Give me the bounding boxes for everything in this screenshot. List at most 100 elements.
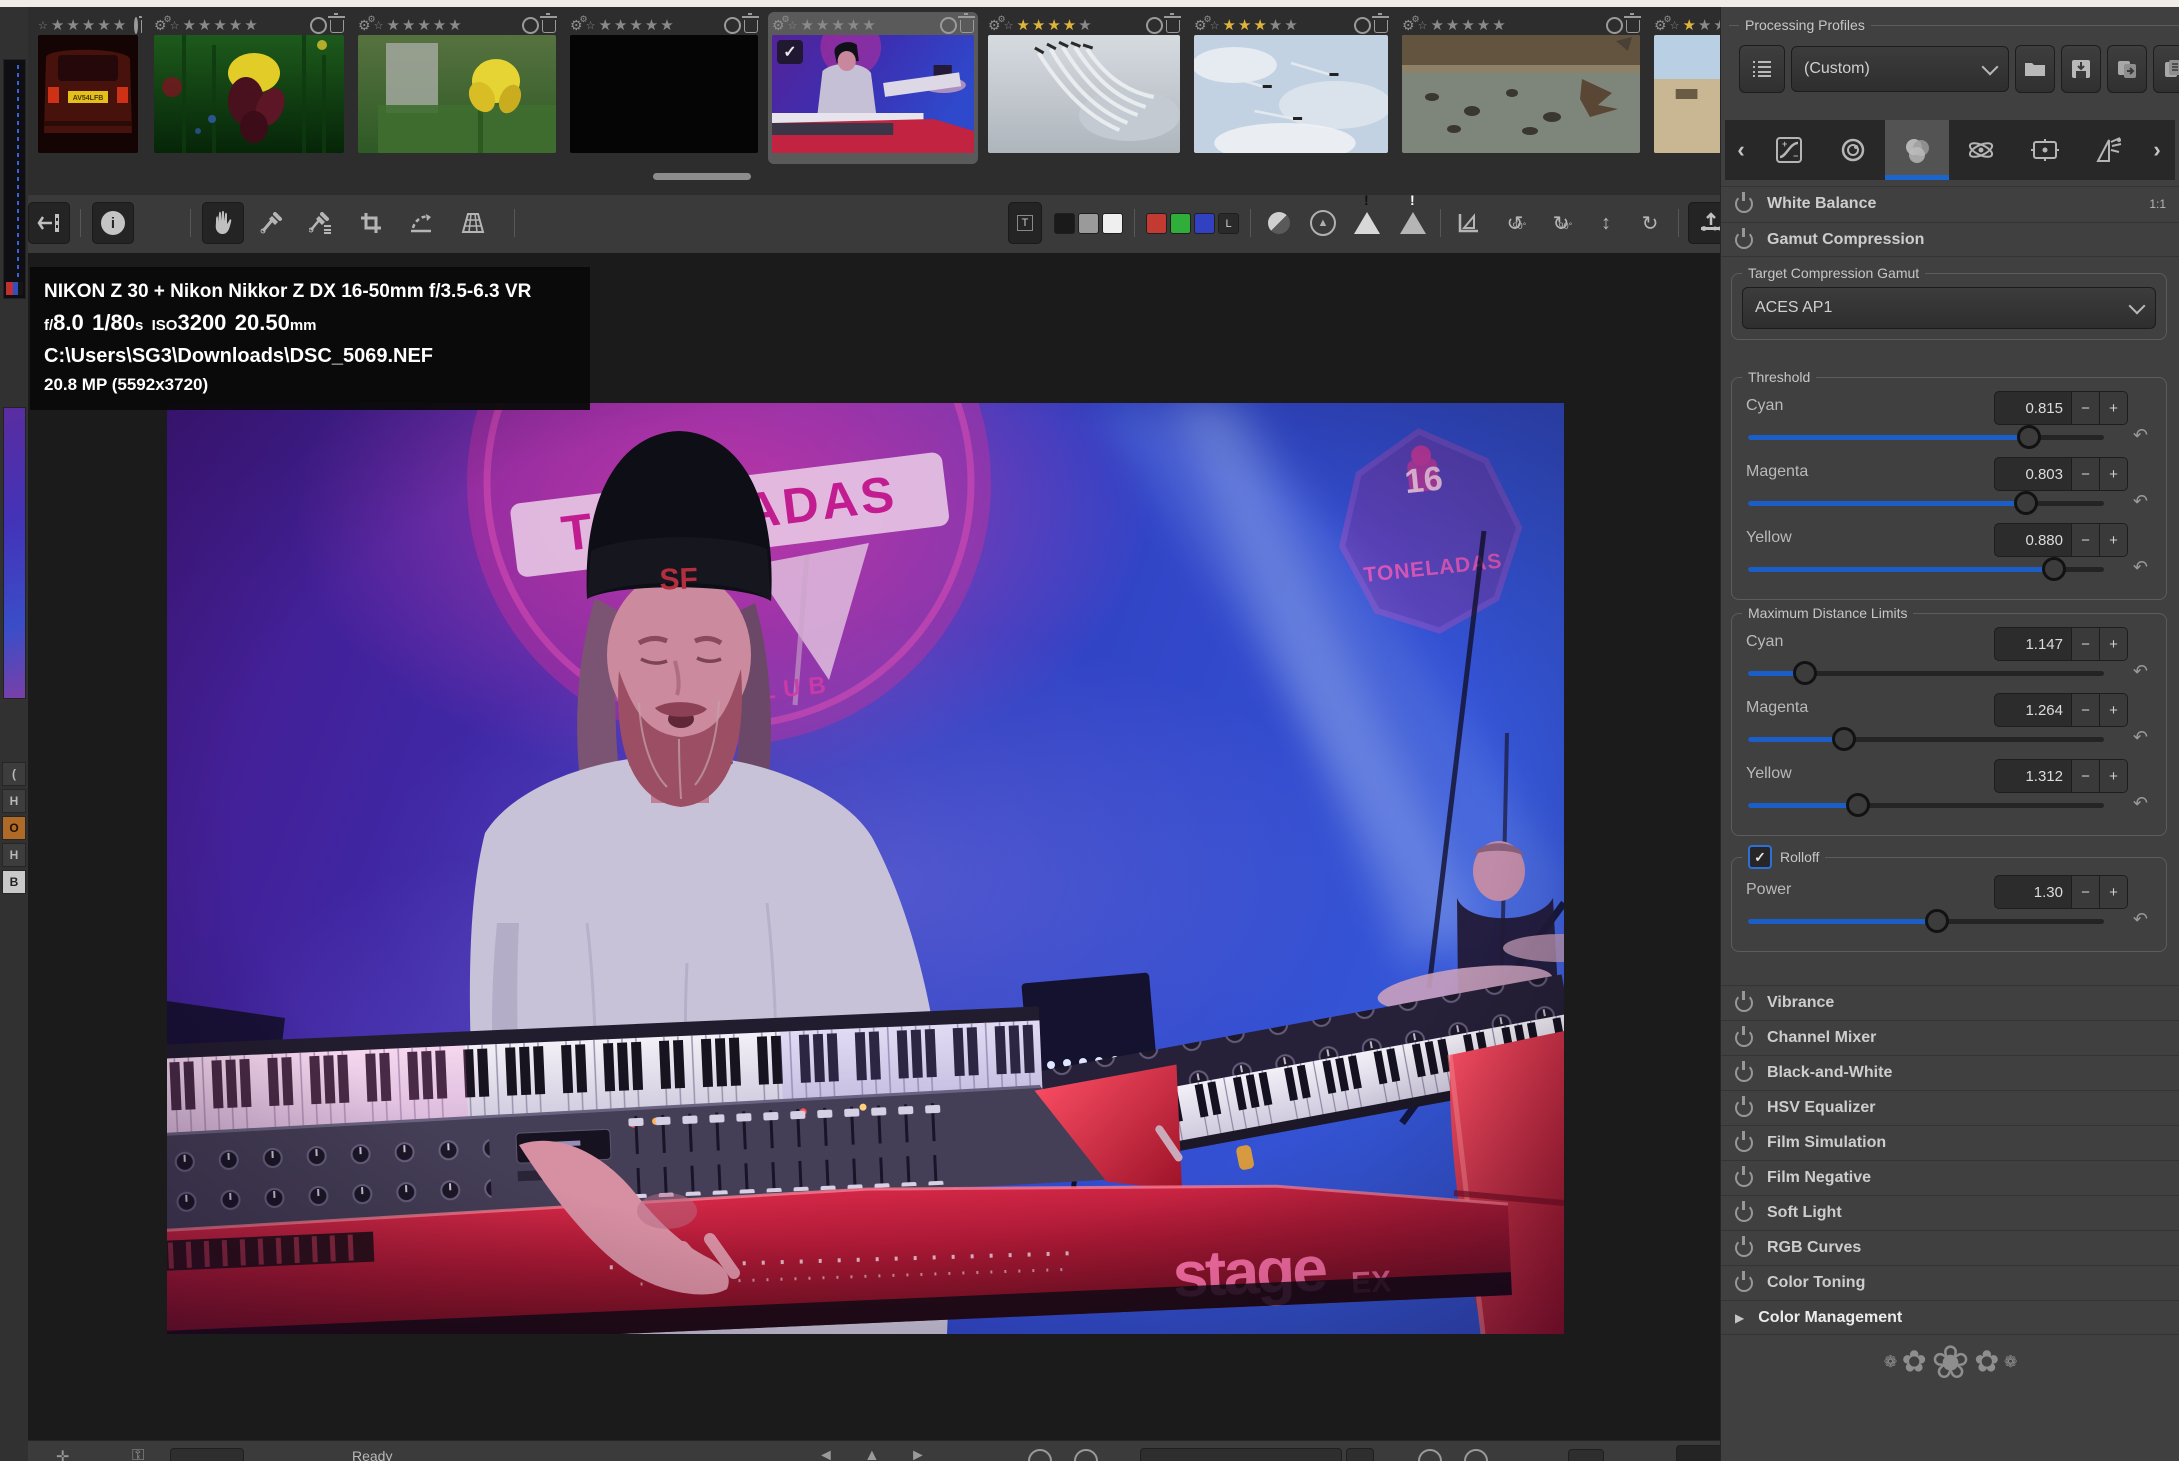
slider-thumb[interactable] [1925, 909, 1949, 933]
thumbnail-keyboard-player-selected[interactable]: ⚙⚙ ☆ ★★★★★ [768, 12, 978, 164]
thumb-image-airshow-arc[interactable] [988, 35, 1180, 153]
star-icon[interactable]: ★ [213, 17, 226, 34]
thumbnail-iris[interactable]: ⚙⚙ ☆ ★★★★★ [150, 12, 348, 164]
collapse-filmstrip-button[interactable] [28, 202, 70, 244]
rotate-right-90-button[interactable]: ↻90° [1540, 202, 1582, 244]
navigator-mini-preview[interactable] [3, 407, 26, 699]
star-icon[interactable]: ★ [1446, 17, 1459, 34]
bg-theme-button[interactable]: T [1008, 202, 1042, 244]
flip-horizontal-button[interactable]: ↻ [1629, 202, 1671, 244]
star-icon[interactable]: ★ [1032, 17, 1045, 34]
slider-track[interactable] [1748, 671, 2104, 676]
thumb-image-car[interactable]: AV54LFB [38, 35, 138, 153]
histogram-overlay-icon[interactable] [1448, 202, 1490, 244]
section-gamut-compression[interactable]: Gamut Compression [1721, 222, 2179, 257]
slider-thumb[interactable] [2042, 557, 2066, 581]
star-icon[interactable]: ★ [402, 17, 415, 34]
star-icon[interactable]: ★ [1461, 17, 1474, 34]
rating-stars[interactable]: ★★★★★ [1222, 16, 1299, 35]
info-overlay-button[interactable]: i [92, 202, 134, 244]
value-box[interactable]: 1.30 − + [1994, 875, 2128, 909]
thumbnail-street[interactable]: ⚙⚙ ☆ ★★★★★ [1650, 12, 1720, 164]
slider-thumb[interactable] [1832, 727, 1856, 751]
soft-proof-icon[interactable] [1258, 202, 1300, 244]
star-icon[interactable]: ★ [182, 17, 195, 34]
slider-track[interactable] [1748, 435, 2104, 440]
white-balance-picker-button[interactable] [250, 202, 292, 244]
star-icon[interactable]: ★ [82, 17, 95, 34]
increment-button[interactable]: + [2099, 760, 2127, 792]
nav-left-icon[interactable]: ◄ [818, 1447, 834, 1461]
rating-stars[interactable]: ★★★★★ [51, 16, 128, 35]
thumbnail-geese-river[interactable]: ⚙⚙ ☆ ★★★★★ [1398, 12, 1644, 164]
star-icon[interactable]: ★ [831, 17, 844, 34]
color-label-icon[interactable] [310, 17, 327, 34]
paste-profile-button[interactable] [2153, 45, 2179, 93]
nav-up-icon[interactable]: ▲ [864, 1447, 880, 1461]
thumb-image-airshow-formation[interactable] [1194, 35, 1388, 153]
profile-list-button[interactable] [1739, 45, 1785, 93]
straighten-tool-button[interactable] [400, 202, 442, 244]
section-soft-light[interactable]: Soft Light [1721, 1195, 2179, 1230]
section-color-toning[interactable]: Color Toning [1721, 1265, 2179, 1300]
reset-icon[interactable]: ↶ [2133, 909, 2148, 930]
star-icon[interactable]: ★ [629, 17, 642, 34]
bg-gray-button[interactable] [1078, 213, 1099, 234]
section-film-negative[interactable]: Film Negative [1721, 1160, 2179, 1195]
section-white-balance[interactable]: White Balance 1:1 [1721, 186, 2179, 221]
star-icon[interactable]: ★ [229, 17, 242, 34]
highlight-clip-warning-icon[interactable]: ! [1346, 202, 1388, 244]
slider-track[interactable] [1748, 803, 2104, 808]
value-box[interactable]: 1.264 − + [1994, 693, 2128, 727]
power-icon[interactable] [1735, 195, 1753, 213]
slider-thumb[interactable] [2014, 491, 2038, 515]
value-box[interactable]: 0.803 − + [1994, 457, 2128, 491]
value-box[interactable]: 0.815 − + [1994, 391, 2128, 425]
slider-thumb[interactable] [2017, 425, 2041, 449]
power-icon[interactable] [1735, 1134, 1753, 1152]
image-canvas[interactable]: TONELADAS ROCK CLUB 16 TONELADAS [28, 253, 1720, 1447]
thumbnail-black-frame[interactable]: ⚙⚙ ☆ ★★★★★ [566, 12, 762, 164]
star-icon[interactable]: ★ [1682, 17, 1695, 34]
slider-thumb[interactable] [1793, 661, 1817, 685]
color-picker-button[interactable] [300, 202, 342, 244]
decrement-button[interactable]: − [2071, 694, 2099, 726]
star-icon[interactable]: ★ [448, 17, 461, 34]
trash-icon[interactable] [1626, 20, 1640, 33]
thumb-image-black[interactable] [570, 35, 758, 153]
rating-stars[interactable]: ★★★★★ [386, 16, 463, 35]
star-icon[interactable]: ★ [51, 17, 64, 34]
channel-blue-button[interactable] [1194, 213, 1215, 234]
thumbnail-airshow-arc[interactable]: ⚙⚙ ☆ ★★★★★ [984, 12, 1184, 164]
star-icon[interactable]: ★ [417, 17, 430, 34]
power-icon[interactable] [1735, 1169, 1753, 1187]
shadow-clip-warning-icon[interactable]: ! [1392, 202, 1434, 244]
slider-track[interactable] [1748, 567, 2104, 572]
rating-stars[interactable]: ★★★★★ [182, 16, 259, 35]
star-icon[interactable]: ★ [847, 17, 860, 34]
star-icon[interactable]: ★ [1253, 17, 1266, 34]
star-icon[interactable]: ★ [1492, 17, 1505, 34]
star-icon[interactable]: ★ [1238, 17, 1251, 34]
trash-icon[interactable] [960, 20, 974, 33]
star-icon[interactable]: ★ [1222, 17, 1235, 34]
value-box[interactable]: 1.312 − + [1994, 759, 2128, 793]
power-icon[interactable] [1735, 1064, 1753, 1082]
star-icon[interactable]: ★ [244, 17, 257, 34]
slider-track[interactable] [1748, 919, 2104, 924]
rotate-left-90-button[interactable]: ↺90° [1494, 202, 1536, 244]
jump-to-input[interactable] [1140, 1448, 1342, 1461]
star-icon[interactable]: ★ [1016, 17, 1029, 34]
rating-stars[interactable]: ★★★★★ [1430, 16, 1507, 35]
star-icon[interactable]: ★ [645, 17, 658, 34]
power-icon[interactable] [1735, 1239, 1753, 1257]
tab-raw[interactable] [2077, 120, 2141, 180]
lock-icon[interactable]: ⚿ [132, 1447, 144, 1461]
rating-stars[interactable]: ★★★★★ [1682, 16, 1720, 35]
zoom-out-icon[interactable] [1028, 1449, 1052, 1461]
color-label-icon[interactable] [724, 17, 741, 34]
unrate-star-icon[interactable]: ☆ [38, 19, 48, 32]
increment-button[interactable]: + [2099, 876, 2127, 908]
reset-icon[interactable]: ↶ [2133, 557, 2148, 578]
star-icon[interactable]: ★ [800, 17, 813, 34]
